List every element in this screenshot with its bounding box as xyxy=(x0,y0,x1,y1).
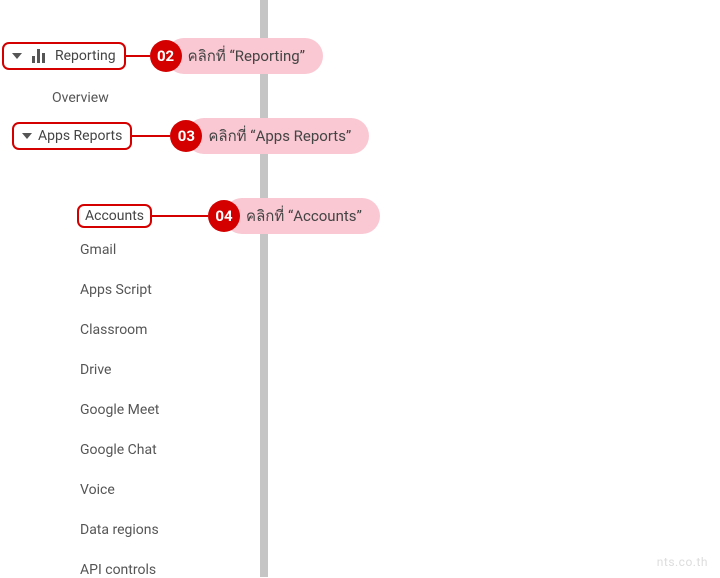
row-accounts: Accounts 04 คลิกที่ “Accounts” xyxy=(77,198,380,234)
list-item-label: Data regions xyxy=(80,522,159,538)
sidebar-item-gmail[interactable]: Gmail xyxy=(80,242,116,258)
step-instruction-04: คลิกที่ “Accounts” xyxy=(224,198,380,234)
accounts-label: Accounts xyxy=(85,208,144,224)
list-item-label: Apps Script xyxy=(80,282,152,298)
list-item-label: Google Meet xyxy=(80,402,159,418)
list-item-label: Google Chat xyxy=(80,442,157,458)
list-item-label: Drive xyxy=(80,362,111,378)
row-reporting: Reporting 02 คลิกที่ “Reporting” xyxy=(2,38,323,74)
connector-line xyxy=(152,215,208,217)
sidebar-item-overview[interactable]: Overview xyxy=(52,90,109,106)
sidebar-item-api-controls[interactable]: API controls xyxy=(80,562,156,578)
list-item-label: API controls xyxy=(80,562,156,578)
caret-down-icon xyxy=(12,53,22,59)
sidebar-item-apps-script[interactable]: Apps Script xyxy=(80,282,152,298)
sidebar-item-drive[interactable]: Drive xyxy=(80,362,111,378)
vertical-divider xyxy=(260,0,268,577)
apps-reports-menu[interactable]: Apps Reports xyxy=(12,122,132,150)
accounts-item[interactable]: Accounts xyxy=(77,204,152,228)
sidebar-item-google-chat[interactable]: Google Chat xyxy=(80,442,157,458)
step-badge-04: 04 xyxy=(208,200,240,232)
overview-label: Overview xyxy=(52,90,109,106)
step-badge-02: 02 xyxy=(150,40,182,72)
apps-reports-label: Apps Reports xyxy=(38,128,122,144)
list-item-label: Classroom xyxy=(80,322,147,338)
row-apps-reports: Apps Reports 03 คลิกที่ “Apps Reports” xyxy=(12,118,369,154)
connector-line xyxy=(126,55,150,57)
sidebar-item-classroom[interactable]: Classroom xyxy=(80,322,147,338)
step-instruction-02: คลิกที่ “Reporting” xyxy=(166,38,323,74)
step-instruction-03: คลิกที่ “Apps Reports” xyxy=(186,118,369,154)
list-item-label: Gmail xyxy=(80,242,116,258)
sidebar-item-data-regions[interactable]: Data regions xyxy=(80,522,159,538)
reporting-menu[interactable]: Reporting xyxy=(2,42,126,70)
bar-chart-icon xyxy=(32,49,45,63)
connector-line xyxy=(132,135,170,137)
list-item-label: Voice xyxy=(80,482,115,498)
sidebar-item-google-meet[interactable]: Google Meet xyxy=(80,402,159,418)
reporting-label: Reporting xyxy=(55,48,116,64)
sidebar-item-voice[interactable]: Voice xyxy=(80,482,115,498)
watermark: nts.co.th xyxy=(657,555,708,569)
caret-down-icon xyxy=(22,133,32,139)
